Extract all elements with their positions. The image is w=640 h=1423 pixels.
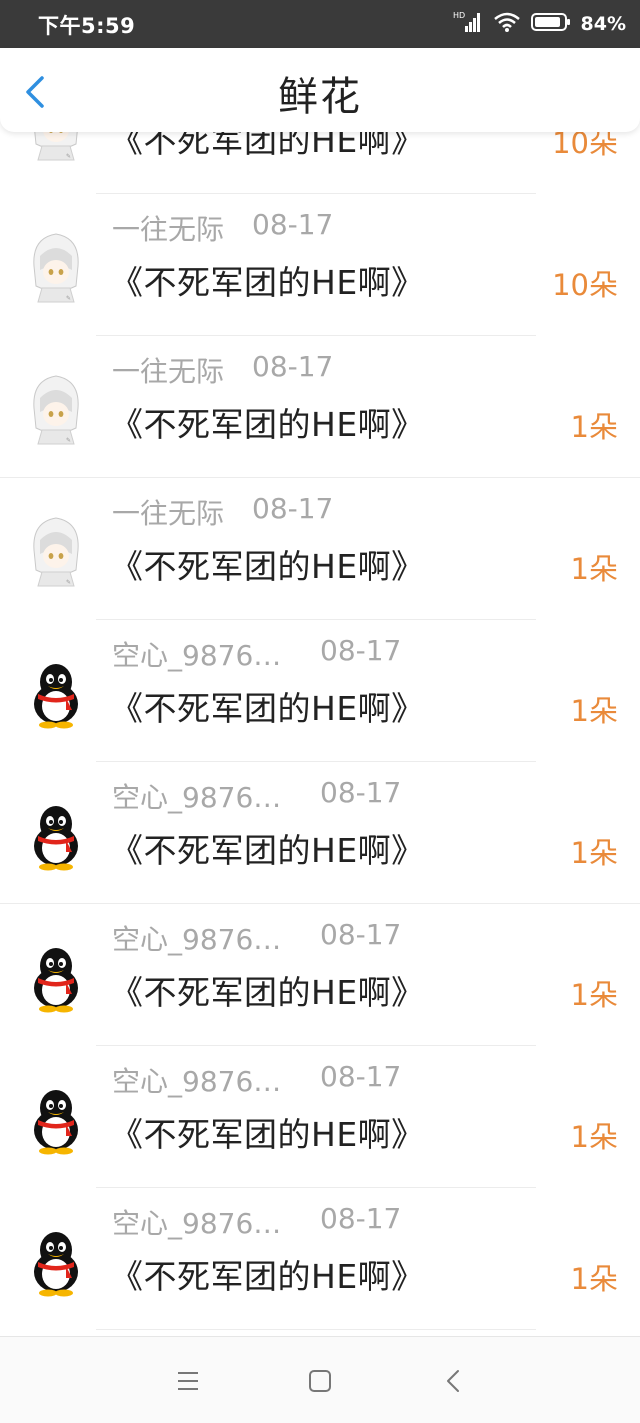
svg-text:✎: ✎ [66, 579, 71, 586]
item-date: 08-17 [252, 492, 334, 525]
book-title[interactable]: 《不死军团的HE啊》 [110, 1108, 425, 1156]
book-title[interactable]: 《不死军团的HE啊》 [110, 540, 425, 588]
book-title[interactable]: 《不死军团的HE啊》 [110, 1250, 425, 1298]
system-nav-bar [0, 1336, 640, 1423]
item-meta: 空心_9876… 08-17 [112, 918, 401, 958]
username[interactable]: 空心_9876… [112, 1065, 281, 1098]
item-date: 08-17 [320, 1060, 402, 1093]
penguin-avatar[interactable] [26, 794, 86, 872]
flower-count: 1朵 [570, 978, 618, 1012]
username[interactable]: 一往无际 [112, 213, 224, 246]
book-title[interactable]: 《不死军团的HE啊》 [110, 966, 425, 1014]
penguin-avatar[interactable] [26, 652, 86, 730]
list-item[interactable]: ✎ 一往无际 08-17 《不死军团的HE啊》 10朵 [0, 194, 640, 336]
penguin-avatar[interactable] [26, 1078, 86, 1156]
username[interactable]: 空心_9876… [112, 1207, 281, 1240]
penguin-avatar[interactable] [26, 936, 86, 1014]
item-meta: 空心_9876… 08-17 [112, 1202, 401, 1242]
battery-percent: 84% [580, 13, 626, 35]
flower-count: 10朵 [552, 132, 618, 160]
flower-count: 1朵 [570, 552, 618, 586]
username[interactable]: 一往无际 [112, 355, 224, 388]
flower-count: 1朵 [570, 1262, 618, 1296]
book-title[interactable]: 《不死军团的HE啊》 [110, 398, 425, 446]
book-title[interactable]: 《不死军团的HE啊》 [110, 682, 425, 730]
item-meta: 空心_9876… 08-17 [112, 634, 401, 674]
item-meta: 一往无际 08-17 [112, 208, 333, 248]
system-back-button[interactable] [436, 1363, 472, 1399]
book-title[interactable]: 《不死军团的HE啊》 [110, 824, 425, 872]
row-divider [96, 1329, 536, 1330]
username[interactable]: 空心_9876… [112, 923, 281, 956]
item-date: 08-17 [320, 1202, 402, 1235]
book-title[interactable]: 《不死军团的HE啊》 [110, 132, 425, 162]
battery-icon [530, 11, 571, 37]
flower-count: 1朵 [570, 694, 618, 728]
flower-list: ✎ 《不死军团的HE啊》 10朵 ✎ 一往无际 08-17 《不死军团的HE啊》 10朵… [0, 132, 640, 1336]
svg-text:✎: ✎ [66, 437, 71, 444]
back-triangle-icon [447, 1370, 459, 1392]
status-icons: HD 84% [453, 8, 626, 40]
flower-count: 1朵 [570, 1120, 618, 1154]
home-button[interactable] [302, 1363, 338, 1399]
item-meta: 一往无际 08-17 [112, 350, 333, 390]
anime-avatar[interactable]: ✎ [26, 510, 86, 588]
svg-text:✎: ✎ [66, 295, 71, 302]
username[interactable]: 一往无际 [112, 497, 224, 530]
menu-button[interactable] [170, 1363, 206, 1399]
svg-text:HD: HD [453, 11, 465, 20]
list-item[interactable]: ✎ 一往无际 08-17 《不死军团的HE啊》 1朵 [0, 336, 640, 478]
item-date: 08-17 [320, 776, 402, 809]
anime-avatar[interactable]: ✎ [26, 368, 86, 446]
anime-avatar[interactable]: ✎ [26, 132, 86, 162]
list-item[interactable]: ✎ 一往无际 08-17 《不死军团的HE啊》 1朵 [0, 478, 640, 620]
username[interactable]: 空心_9876… [112, 781, 281, 814]
status-bar: 下午5:59 HD 84% [0, 0, 640, 48]
page-title: 鲜花 [278, 74, 362, 120]
anime-avatar[interactable]: ✎ [26, 226, 86, 304]
book-title[interactable]: 《不死军团的HE啊》 [110, 256, 425, 304]
header: 鲜花 [0, 48, 640, 132]
item-date: 08-17 [320, 634, 402, 667]
signal-icon: HD [453, 10, 483, 38]
menu-icon [178, 1372, 198, 1390]
list-item[interactable]: 空心_9876… 08-17 《不死军团的HE啊》 1朵 [0, 904, 640, 1046]
item-meta: 空心_9876… 08-17 [112, 1060, 401, 1100]
status-time: 下午5:59 [38, 14, 136, 38]
wifi-icon [493, 11, 521, 37]
flower-count: 1朵 [570, 836, 618, 870]
list-item[interactable]: 空心_9876… 08-17 《不死军团的HE啊》 1朵 [0, 620, 640, 762]
flower-count: 1朵 [570, 410, 618, 444]
item-date: 08-17 [320, 918, 402, 951]
username[interactable]: 空心_9876… [112, 639, 281, 672]
penguin-avatar[interactable] [26, 1220, 86, 1298]
flower-count: 10朵 [552, 268, 618, 302]
item-date: 08-17 [252, 350, 334, 383]
home-square-icon [309, 1370, 331, 1392]
list-item[interactable]: 空心_9876… 08-17 《不死军团的HE啊》 1朵 [0, 1046, 640, 1188]
svg-text:✎: ✎ [66, 153, 71, 160]
item-meta: 一往无际 08-17 [112, 492, 333, 532]
list-item[interactable]: 空心_9876… 08-17 《不死军团的HE啊》 1朵 [0, 762, 640, 904]
item-meta: 空心_9876… 08-17 [112, 776, 401, 816]
list-item[interactable]: ✎ 《不死军团的HE啊》 10朵 [0, 132, 640, 194]
item-date: 08-17 [252, 208, 334, 241]
list-item[interactable]: 空心_9876… 08-17 《不死军团的HE啊》 1朵 [0, 1188, 640, 1330]
